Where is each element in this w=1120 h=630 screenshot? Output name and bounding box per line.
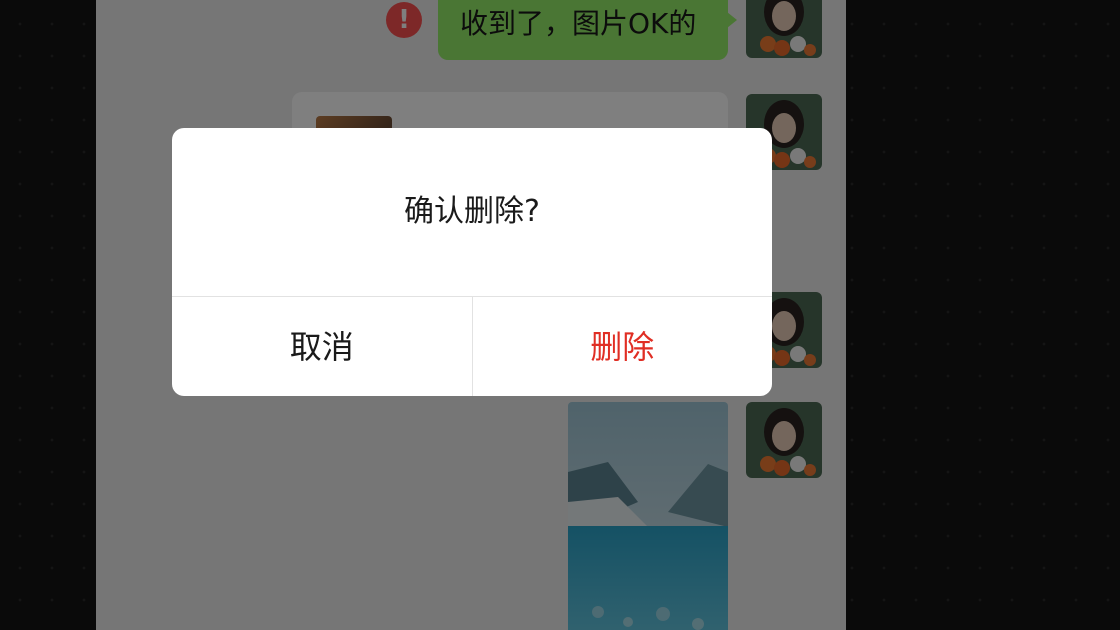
dialog-title: 确认删除? [404, 194, 540, 229]
delete-button[interactable]: 删除 [473, 297, 773, 396]
confirm-delete-dialog: 确认删除? 取消 删除 [172, 128, 772, 396]
cancel-button[interactable]: 取消 [172, 297, 473, 396]
dialog-actions: 取消 删除 [172, 296, 772, 396]
